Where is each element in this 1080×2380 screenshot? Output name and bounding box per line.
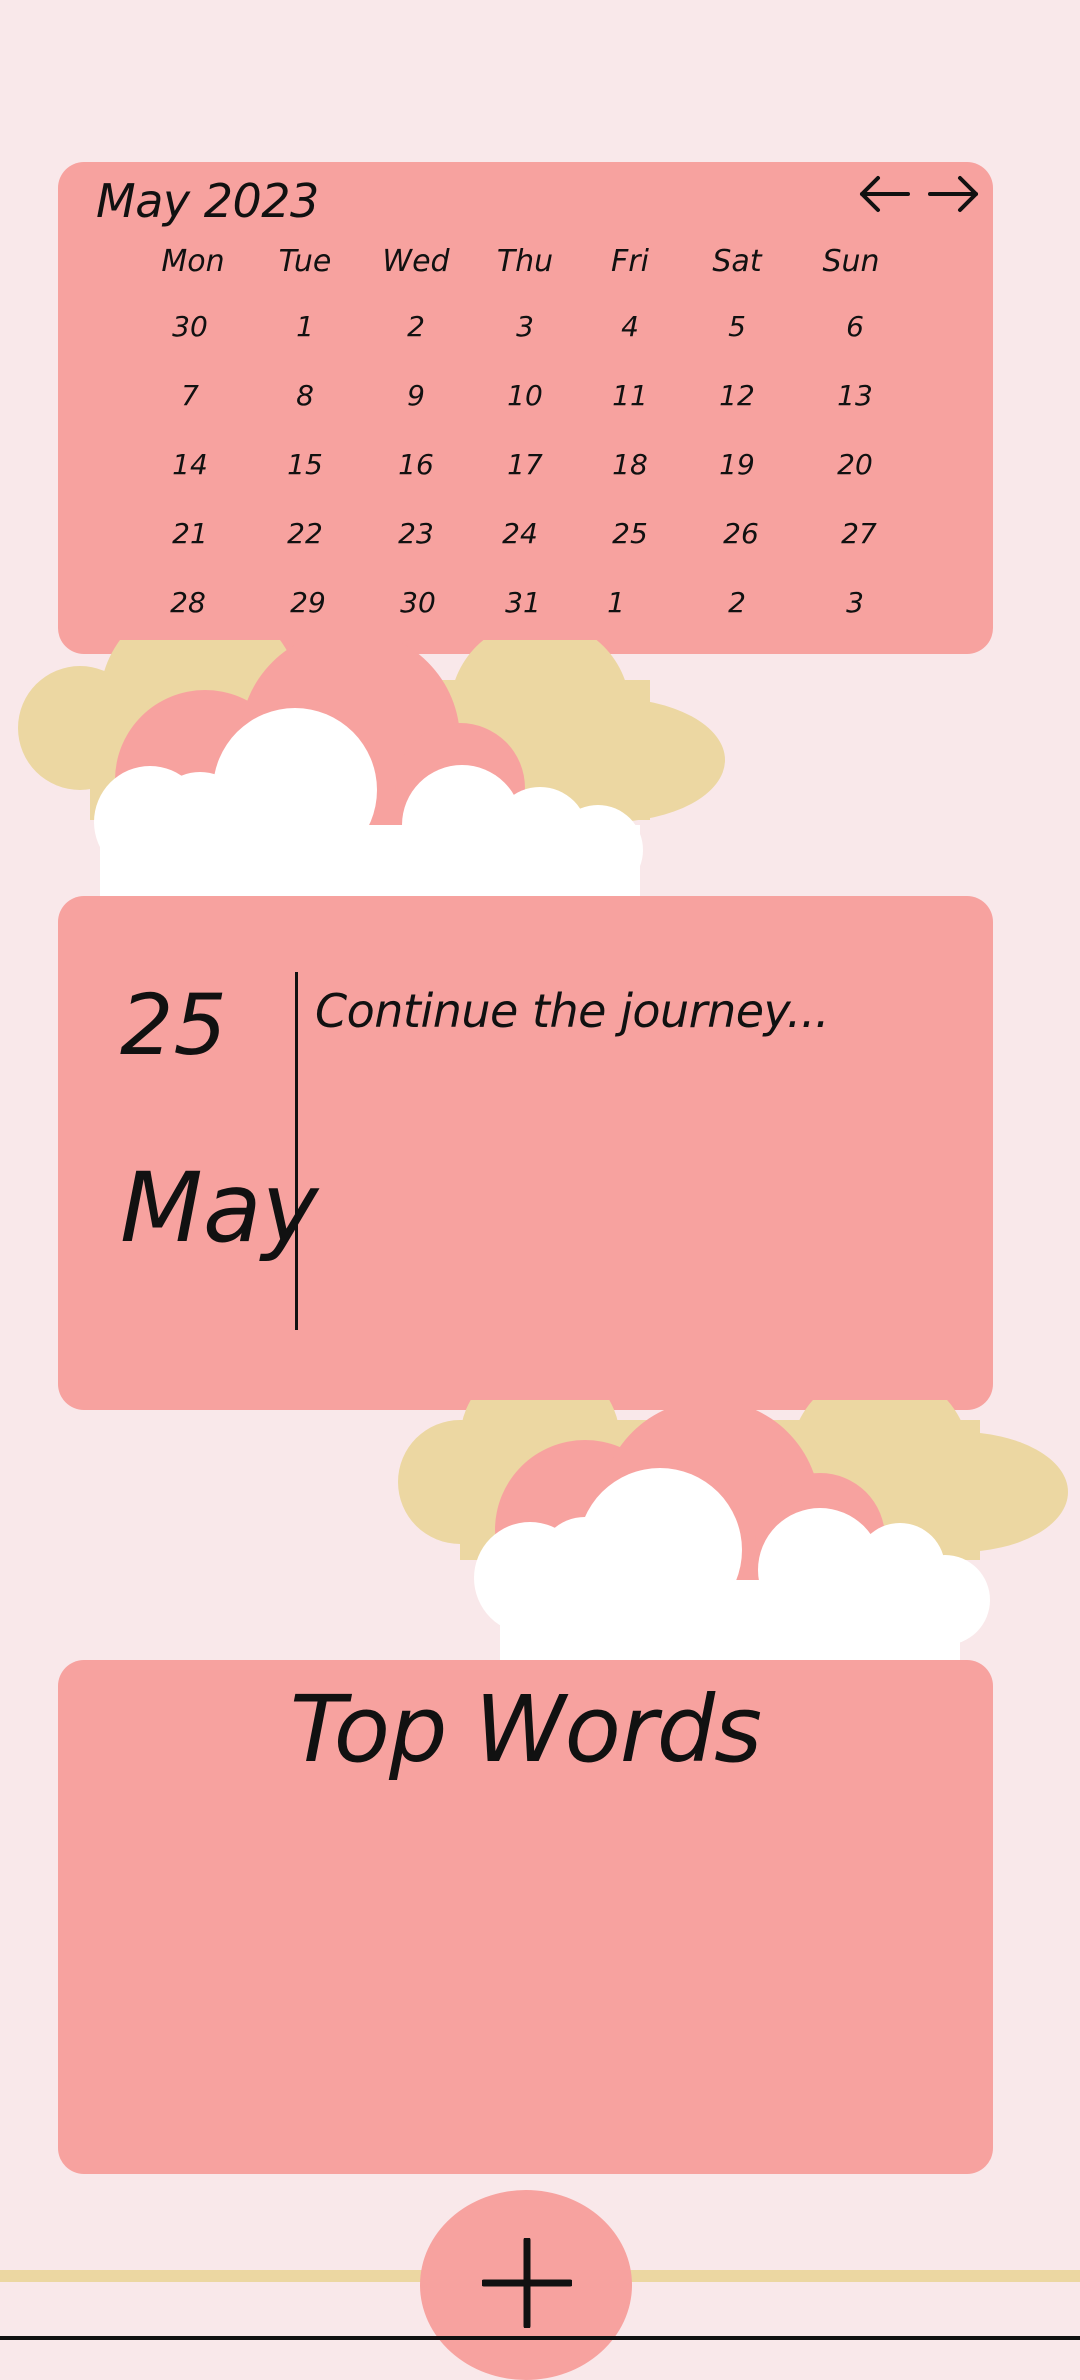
calendar-day[interactable]: 8 (255, 379, 355, 412)
calendar-day[interactable]: 1 (255, 310, 355, 343)
calendar-day[interactable]: 7 (140, 379, 240, 412)
calendar-day[interactable]: 1 (566, 586, 666, 619)
calendar-day[interactable]: 30 (140, 310, 240, 343)
arrow-right-icon (928, 176, 978, 212)
calendar-day[interactable]: 12 (687, 379, 787, 412)
calendar-day[interactable]: 29 (258, 586, 358, 619)
next-month-button[interactable] (926, 172, 980, 216)
calendar-day[interactable]: 13 (805, 379, 905, 412)
calendar-day[interactable]: 17 (475, 448, 575, 481)
top-words-card: Top Words (58, 1660, 993, 2174)
calendar-day-selected[interactable]: 25 (580, 517, 680, 550)
weekday-header: Mon (161, 244, 225, 279)
calendar-day[interactable]: 11 (580, 379, 680, 412)
top-words-title: Top Words (289, 1676, 762, 1783)
calendar-day[interactable]: 5 (687, 310, 787, 343)
calendar-day[interactable]: 6 (805, 310, 905, 343)
add-entry-button[interactable] (420, 2190, 632, 2380)
calendar-month-title: May 2023 (96, 174, 319, 228)
weekday-header: Tue (278, 244, 332, 279)
vertical-divider (295, 972, 298, 1330)
calendar-day[interactable]: 15 (255, 448, 355, 481)
calendar-day[interactable]: 31 (473, 586, 573, 619)
calendar-card: May 2023 Mon Tue Wed Thu Fri Sat Sun 30 … (58, 162, 993, 654)
entry-month-name: May (120, 1152, 319, 1264)
previous-month-button[interactable] (858, 172, 912, 216)
bottom-edge (0, 2336, 1080, 2340)
calendar-day[interactable]: 30 (368, 586, 468, 619)
calendar-day[interactable]: 10 (475, 379, 575, 412)
weekday-header: Fri (611, 244, 649, 279)
cloud-illustration (18, 640, 725, 900)
calendar-day[interactable]: 16 (366, 448, 466, 481)
calendar-day[interactable]: 3 (805, 586, 905, 619)
journal-entry-input[interactable]: Continue the journey... (315, 984, 955, 1038)
entry-day-number: 25 (120, 976, 227, 1074)
calendar-day[interactable]: 4 (580, 310, 680, 343)
calendar-day[interactable]: 23 (366, 517, 466, 550)
calendar-day[interactable]: 28 (138, 586, 238, 619)
calendar-day[interactable]: 9 (366, 379, 466, 412)
plus-icon (482, 2238, 572, 2328)
calendar-day[interactable]: 18 (580, 448, 680, 481)
weekday-header: Wed (382, 244, 450, 279)
calendar-day[interactable]: 22 (255, 517, 355, 550)
weekday-header: Sat (712, 244, 762, 279)
arrow-left-icon (860, 176, 910, 212)
calendar-day[interactable]: 27 (809, 517, 909, 550)
calendar-day[interactable]: 21 (140, 517, 240, 550)
weekday-header: Thu (496, 244, 554, 279)
calendar-day[interactable]: 20 (805, 448, 905, 481)
weekday-header: Sun (822, 244, 880, 279)
calendar-day[interactable]: 2 (687, 586, 787, 619)
calendar-day[interactable]: 14 (140, 448, 240, 481)
cloud-illustration (398, 1400, 1068, 1660)
calendar-day[interactable]: 24 (470, 517, 570, 550)
calendar-day[interactable]: 26 (691, 517, 791, 550)
journal-entry-card: 25 May Continue the journey... (58, 896, 993, 1410)
calendar-day[interactable]: 19 (687, 448, 787, 481)
calendar-day[interactable]: 3 (475, 310, 575, 343)
calendar-day[interactable]: 2 (366, 310, 466, 343)
